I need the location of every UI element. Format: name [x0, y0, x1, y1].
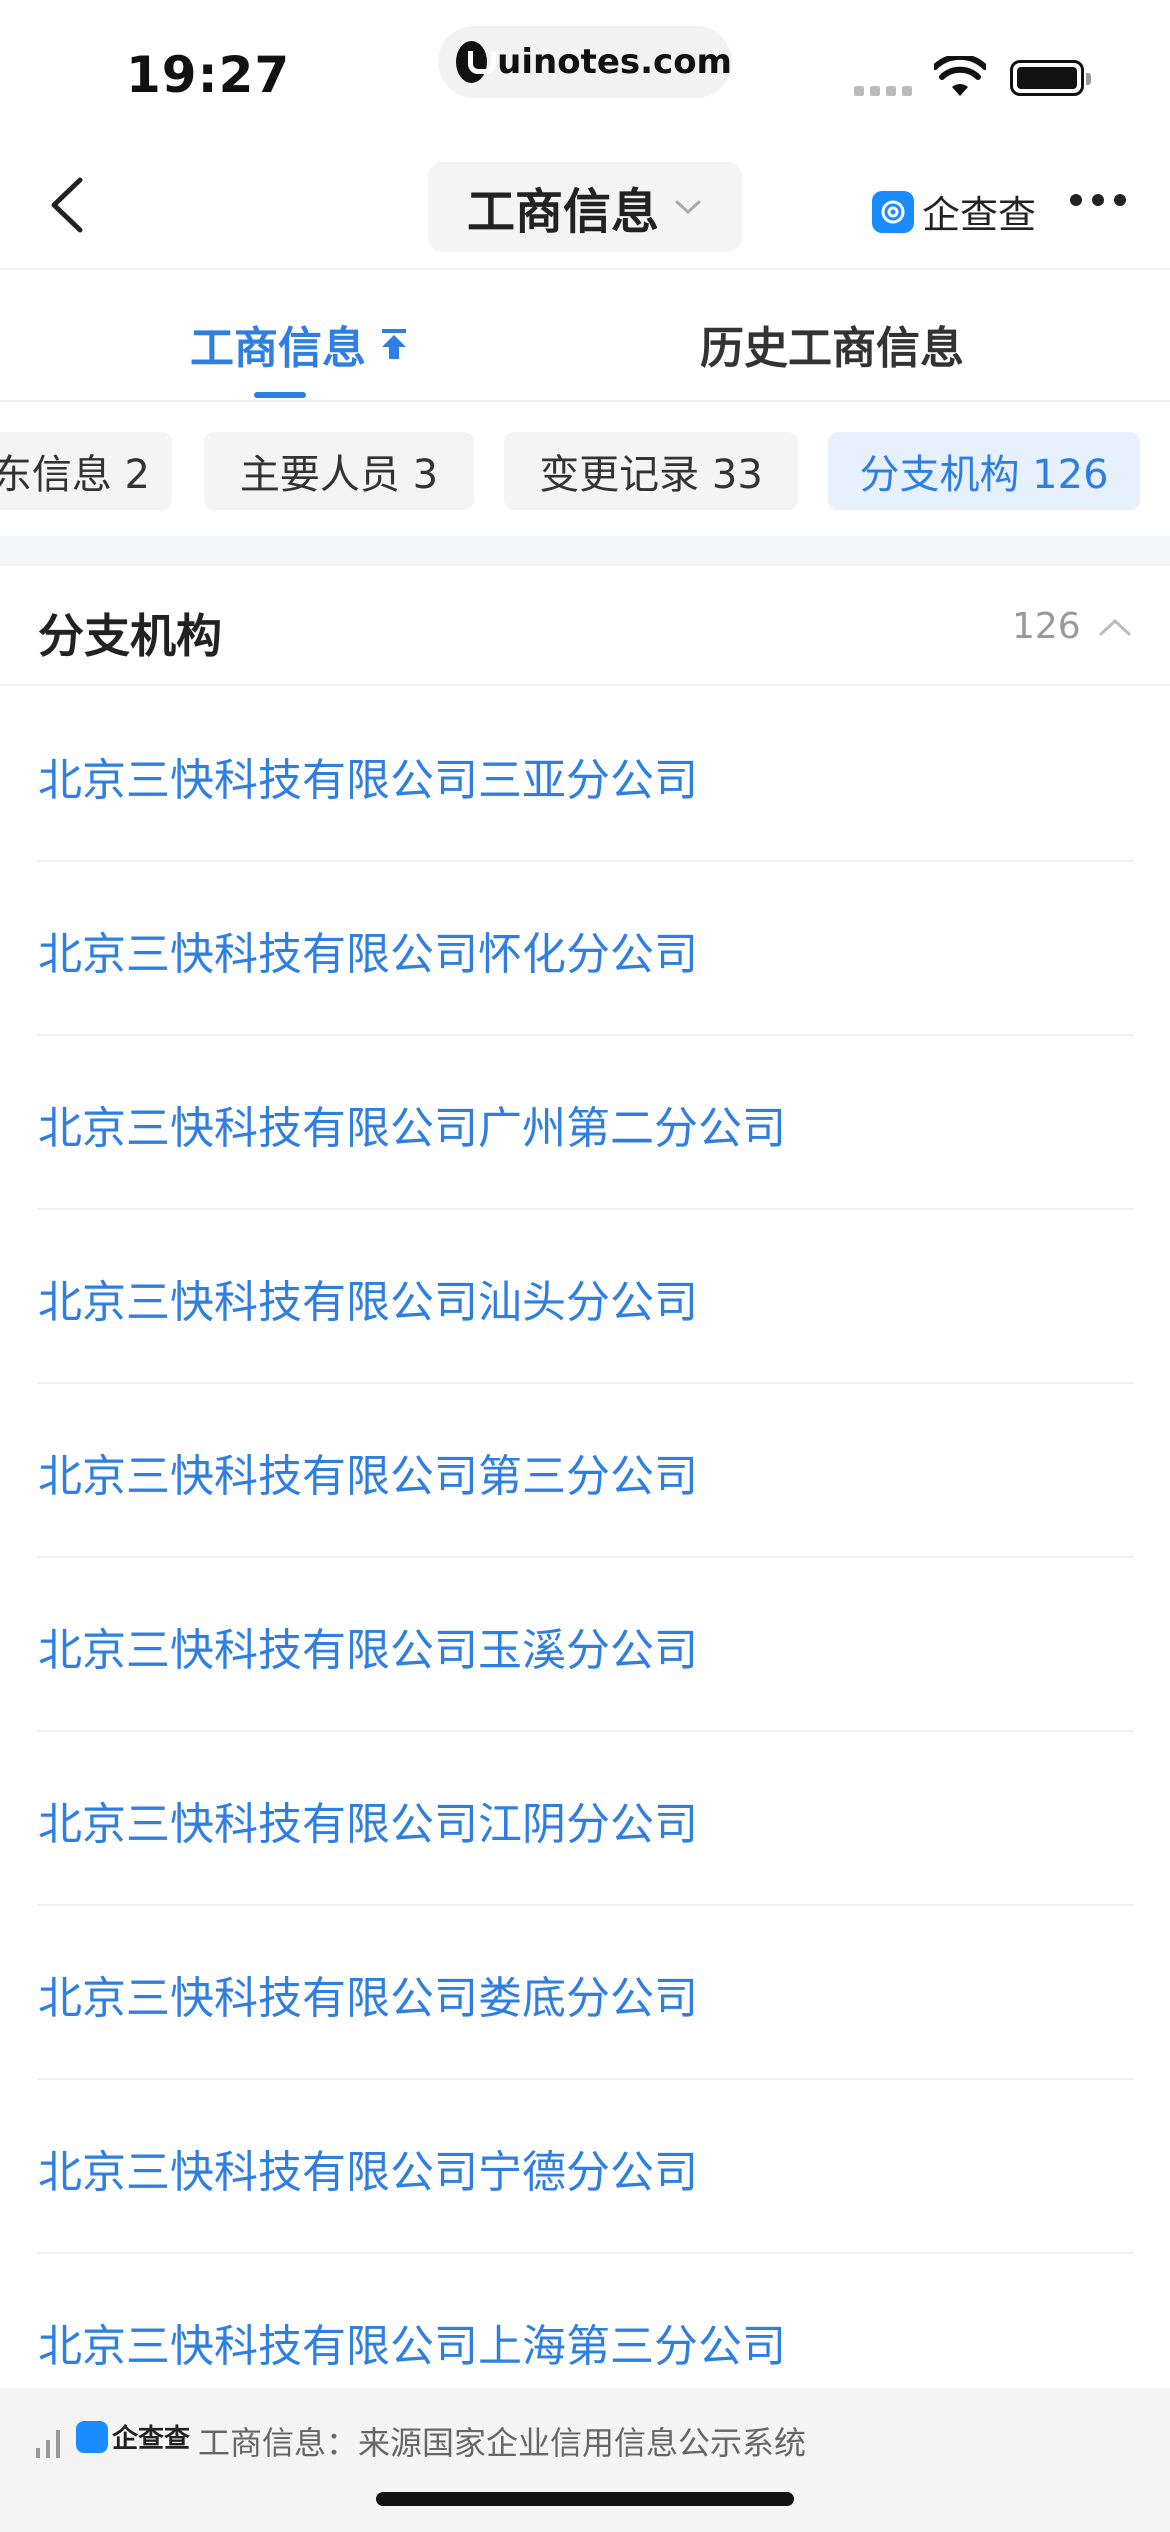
branch-name[interactable]: 北京三快科技有限公司娄底分公司 [38, 1962, 698, 2026]
url-pill[interactable]: uinotes.com [438, 26, 732, 98]
branch-name[interactable]: 北京三快科技有限公司汕头分公司 [38, 1266, 698, 1330]
list-item[interactable]: 北京三快科技有限公司广州第二分公司 [38, 1036, 1134, 1210]
chip-branches[interactable]: 分支机构 126 [828, 432, 1140, 510]
bar-chart-icon [36, 2428, 60, 2458]
chevron-up-icon[interactable] [1098, 616, 1132, 638]
branch-name[interactable]: 北京三快科技有限公司玉溪分公司 [38, 1614, 698, 1678]
tab-history-business-info[interactable]: 历史工商信息 [700, 312, 964, 376]
list-item[interactable]: 北京三快科技有限公司江阴分公司 [38, 1732, 1134, 1906]
branch-name[interactable]: 北京三快科技有限公司上海第三分公司 [38, 2310, 786, 2374]
chip-change-records[interactable]: 变更记录 33 [504, 432, 798, 510]
battery-icon [1010, 60, 1091, 96]
footer-logo: 企查查 [76, 2418, 190, 2455]
cellular-signal-icon [854, 86, 912, 96]
tab-business-info-label: 工商信息 [190, 323, 366, 374]
section-count: 126 [1012, 606, 1081, 647]
branch-name[interactable]: 北京三快科技有限公司宁德分公司 [38, 2136, 698, 2200]
nav-bar: 工商信息 企查查 [0, 140, 1170, 270]
chip-shareholders[interactable]: 东信息 2 [0, 432, 172, 510]
list-item[interactable]: 北京三快科技有限公司汕头分公司 [38, 1210, 1134, 1384]
list-item[interactable]: 北京三快科技有限公司宁德分公司 [38, 2080, 1134, 2254]
branch-name[interactable]: 北京三快科技有限公司江阴分公司 [38, 1788, 698, 1852]
home-indicator[interactable] [376, 2492, 794, 2506]
main-tabs: 工商信息 历史工商信息 [0, 272, 1170, 402]
tab-business-info[interactable]: 工商信息 [190, 312, 412, 376]
status-time: 19:27 [126, 46, 291, 104]
chevron-down-icon [675, 200, 701, 215]
brand-name: 企查查 [922, 193, 1037, 237]
back-arrow-icon[interactable] [40, 170, 100, 240]
list-item[interactable]: 北京三快科技有限公司娄底分公司 [38, 1906, 1134, 2080]
sub-tabs: 东信息 2 主要人员 3 变更记录 33 分支机构 126 [0, 404, 1170, 534]
section-title: 分支机构 [38, 609, 222, 663]
branch-name[interactable]: 北京三快科技有限公司第三分公司 [38, 1440, 698, 1504]
brand-logo[interactable]: 企查查 [872, 184, 1036, 239]
branch-name[interactable]: 北京三快科技有限公司怀化分公司 [38, 918, 698, 982]
branch-list: 北京三快科技有限公司三亚分公司 北京三快科技有限公司怀化分公司 北京三快科技有限… [0, 688, 1170, 2428]
qcc-logo-icon [872, 190, 914, 233]
source-footer: 企查查 工商信息：来源国家企业信用信息公示系统 [0, 2388, 1170, 2532]
list-item[interactable]: 北京三快科技有限公司三亚分公司 [38, 688, 1134, 862]
more-options-icon[interactable] [1070, 194, 1126, 206]
list-item[interactable]: 北京三快科技有限公司怀化分公司 [38, 862, 1134, 1036]
qcc-logo-icon [76, 2420, 108, 2453]
url-text: uinotes.com [497, 42, 732, 82]
list-item[interactable]: 北京三快科技有限公司玉溪分公司 [38, 1558, 1134, 1732]
arrow-up-icon [382, 329, 406, 359]
active-tab-indicator [254, 392, 306, 398]
wifi-icon [934, 56, 986, 96]
section-divider [0, 536, 1170, 566]
branch-name[interactable]: 北京三快科技有限公司广州第二分公司 [38, 1092, 786, 1156]
chip-key-personnel[interactable]: 主要人员 3 [204, 432, 474, 510]
footer-brand: 企查查 [112, 2424, 191, 2454]
title-dropdown[interactable]: 工商信息 [428, 162, 742, 252]
list-item[interactable]: 北京三快科技有限公司第三分公司 [38, 1384, 1134, 1558]
source-note: 工商信息：来源国家企业信用信息公示系统 [198, 2424, 807, 2462]
status-bar: 19:27 uinotes.com [0, 0, 1170, 140]
site-logo-icon [456, 41, 497, 83]
page: 19:27 uinotes.com 工商信息 企查查 工商信息 历史工商信息 东… [0, 0, 1170, 2532]
branch-name[interactable]: 北京三快科技有限公司三亚分公司 [38, 744, 698, 808]
section-header[interactable]: 分支机构 126 [0, 566, 1170, 686]
page-title: 工商信息 [466, 184, 659, 240]
